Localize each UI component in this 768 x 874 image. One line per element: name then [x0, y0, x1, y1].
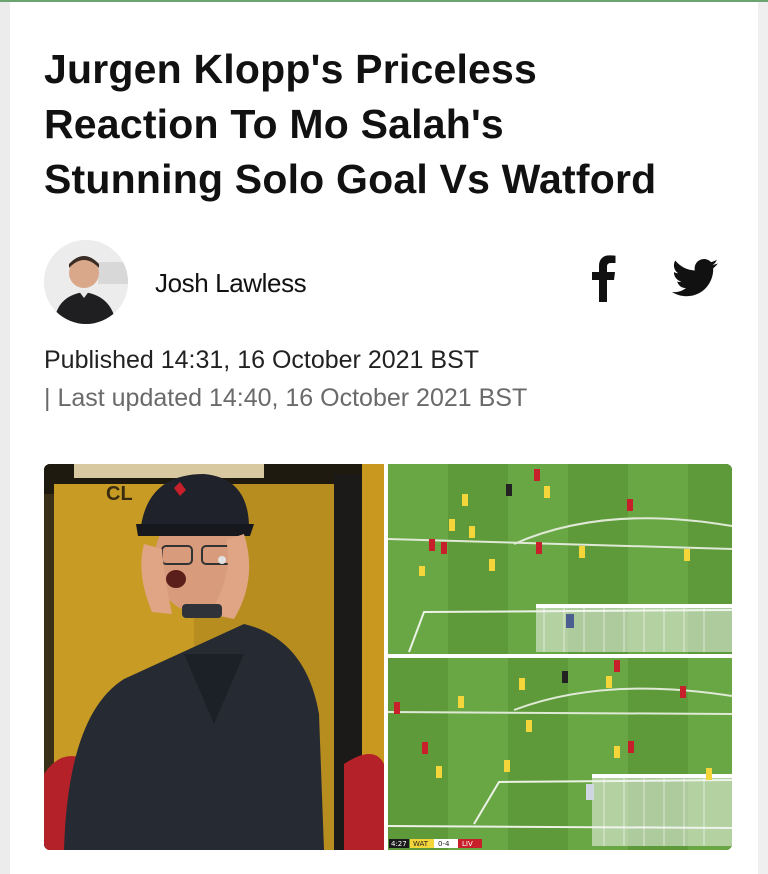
- facebook-icon: [592, 255, 616, 302]
- headline-line: Stunning Solo Goal Vs Watford: [44, 156, 657, 202]
- scoreboard-home: WAT: [413, 840, 429, 848]
- top-divider: [0, 0, 768, 2]
- facebook-share-button[interactable]: [589, 254, 617, 302]
- headline-line: Reaction To Mo Salah's: [44, 101, 504, 147]
- headline-line: Jurgen Klopp's Priceless: [44, 46, 538, 92]
- article-hero-image[interactable]: CL 4:27 WAT 0-4 LIV: [44, 464, 732, 850]
- author-photo: [44, 240, 128, 324]
- article-headline: Jurgen Klopp's Priceless Reaction To Mo …: [44, 42, 744, 207]
- byline: Josh Lawless: [44, 240, 724, 326]
- published-timestamp: Published 14:31, 16 October 2021 BST: [44, 346, 480, 374]
- page-gutter-right: [758, 2, 768, 874]
- scoreboard: 4:27 WAT 0-4 LIV: [389, 839, 482, 848]
- author-avatar[interactable]: [44, 240, 128, 324]
- twitter-bird-icon: [672, 259, 718, 297]
- page-gutter-left: [0, 2, 10, 874]
- updated-timestamp: | Last updated 14:40, 16 October 2021 BS…: [44, 384, 528, 412]
- scoreboard-away: LIV: [462, 840, 473, 848]
- photo-collage: CL 4:27 WAT 0-4 LIV: [44, 464, 732, 850]
- scoreboard-score: 0-4: [438, 840, 450, 848]
- scoreboard-clock: 4:27: [391, 840, 407, 848]
- svg-text:CL: CL: [106, 483, 133, 505]
- twitter-share-button[interactable]: [672, 258, 718, 298]
- author-name-link[interactable]: Josh Lawless: [155, 267, 307, 299]
